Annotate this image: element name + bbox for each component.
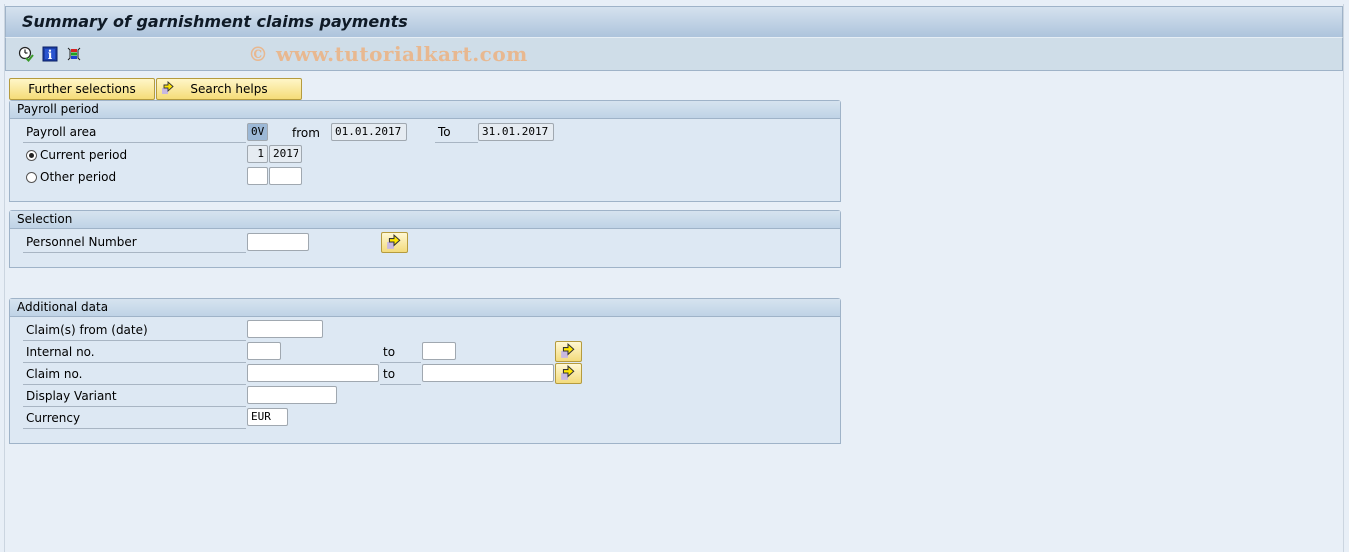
other-period-year[interactable] xyxy=(269,167,302,185)
selection-options-icon[interactable] xyxy=(66,46,82,62)
claim-no-multiple-selection-button[interactable] xyxy=(555,363,582,384)
display-variant-input[interactable] xyxy=(247,386,337,404)
arrow-right-icon xyxy=(561,343,575,358)
personnel-number-multiple-selection-button[interactable] xyxy=(381,232,408,253)
title-bar: Summary of garnishment claims payments xyxy=(5,6,1343,37)
application-toolbar: i © www.tutorialkart.com xyxy=(5,37,1343,71)
currency-input[interactable] xyxy=(247,408,288,426)
watermark: © www.tutorialkart.com xyxy=(248,42,528,66)
arrow-right-icon xyxy=(561,365,575,380)
info-icon[interactable]: i xyxy=(42,46,58,62)
internal-no-multiple-selection-button[interactable] xyxy=(555,341,582,362)
group-header-payroll-period: Payroll period xyxy=(10,101,840,119)
sap-window: Summary of garnishment claims payments i xyxy=(4,4,1344,552)
search-helps-label: Search helps xyxy=(190,82,268,96)
selection-group: Selection Personnel Number xyxy=(9,210,841,268)
internal-no-to-label: to xyxy=(380,343,421,363)
other-period-number[interactable] xyxy=(247,167,268,185)
other-period-radio[interactable] xyxy=(26,172,37,183)
to-label: To xyxy=(435,123,478,143)
current-period-year[interactable] xyxy=(269,145,302,163)
internal-no-label: Internal no. xyxy=(23,343,246,363)
claim-no-to-input[interactable] xyxy=(422,364,554,382)
other-period-label: Other period xyxy=(40,170,117,184)
payroll-period-group: Payroll period Payroll area from To Curr… xyxy=(9,100,841,202)
personnel-number-input[interactable] xyxy=(247,233,309,251)
claims-from-date-label: Claim(s) from (date) xyxy=(23,321,246,341)
claim-no-to-label: to xyxy=(380,365,421,385)
arrow-right-icon xyxy=(161,80,175,101)
current-period-radio[interactable] xyxy=(26,150,37,161)
internal-no-to-input[interactable] xyxy=(422,342,456,360)
internal-no-from-input[interactable] xyxy=(247,342,281,360)
claims-from-date-input[interactable] xyxy=(247,320,323,338)
arrow-right-icon xyxy=(387,234,401,249)
personnel-number-label: Personnel Number xyxy=(23,233,246,253)
payroll-area-input[interactable] xyxy=(247,123,268,141)
group-header-selection: Selection xyxy=(10,211,840,229)
payroll-area-label: Payroll area xyxy=(23,123,246,143)
current-period-number[interactable] xyxy=(247,145,268,163)
svg-text:i: i xyxy=(48,48,53,62)
current-period-label: Current period xyxy=(40,148,128,162)
group-header-additional-data: Additional data xyxy=(10,299,840,317)
from-label: from xyxy=(292,126,320,140)
period-to-date[interactable] xyxy=(478,123,554,141)
further-selections-button[interactable]: Further selections xyxy=(9,78,155,100)
page-title: Summary of garnishment claims payments xyxy=(22,12,408,31)
additional-data-group: Additional data Claim(s) from (date) Int… xyxy=(9,298,841,444)
claim-no-from-input[interactable] xyxy=(247,364,379,382)
period-from-date[interactable] xyxy=(331,123,407,141)
further-selections-label: Further selections xyxy=(28,82,136,96)
display-variant-label: Display Variant xyxy=(23,387,246,407)
execute-clock-icon[interactable] xyxy=(18,46,34,62)
currency-label: Currency xyxy=(23,409,246,429)
claim-no-label: Claim no. xyxy=(23,365,246,385)
search-helps-button[interactable]: Search helps xyxy=(156,78,302,100)
